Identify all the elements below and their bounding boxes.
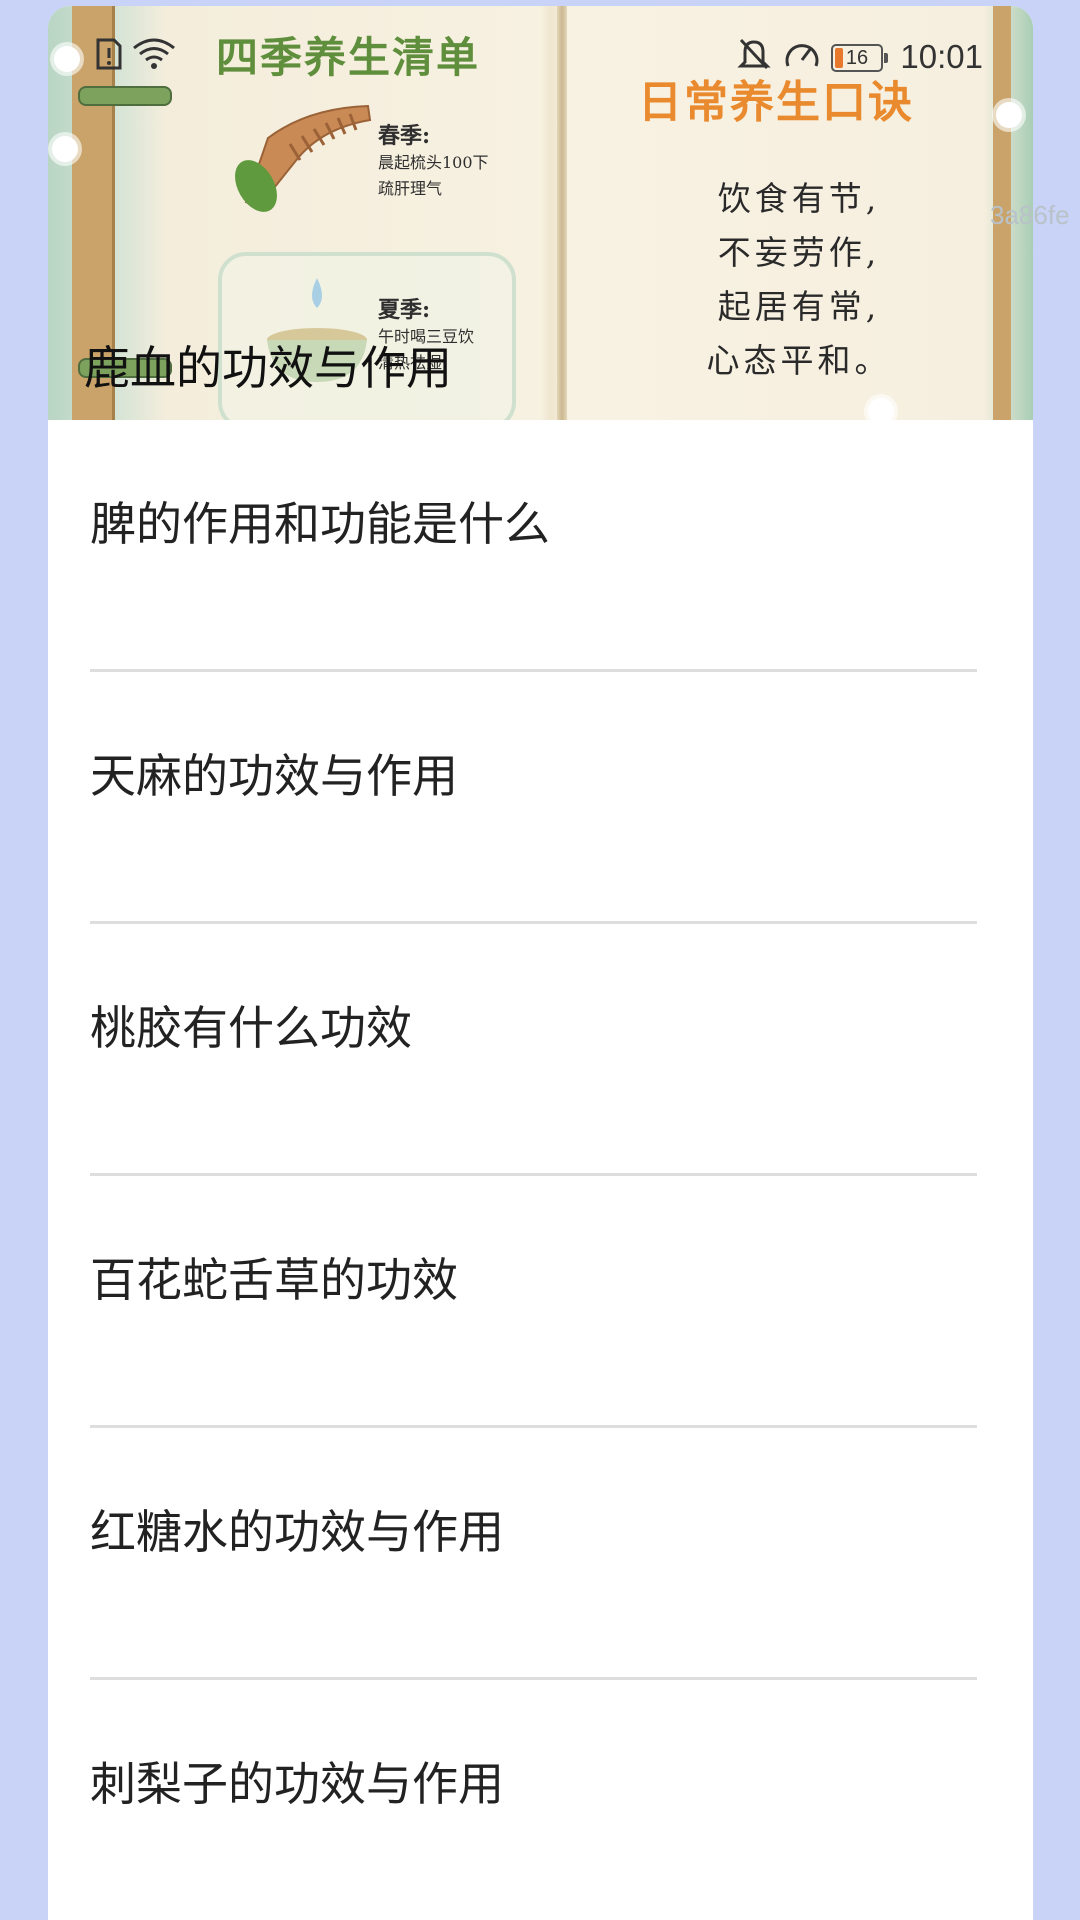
spring-title: 春季: <box>378 123 431 149</box>
list-item[interactable]: 脾的作用和功能是什么 <box>48 420 1033 672</box>
blossom-decoration <box>52 136 78 162</box>
battery-level <box>835 48 843 68</box>
list-item-title: 桃胶有什么功效 <box>90 1001 412 1055</box>
list-item-title: 天麻的功效与作用 <box>90 749 458 803</box>
binder-ring <box>78 86 172 106</box>
blossom-decoration <box>868 398 894 420</box>
list-item[interactable]: 桃胶有什么功效 <box>48 924 1033 1176</box>
wifi-icon <box>133 38 175 69</box>
content-card: 四季养生清单 日常养生口诀 春季: 晨起梳头100下 疏肝理气 夏季: 午时喝三… <box>48 6 1033 1920</box>
verse-block: 饮食有节, 不妄劳作, 起居有常, 心态平和。 <box>684 172 914 388</box>
spring-line: 疏肝理气 <box>378 179 443 198</box>
list-item[interactable]: 天麻的功效与作用 <box>48 672 1033 924</box>
bell-muted-icon <box>737 38 771 70</box>
battery-percent: 16 <box>845 47 869 69</box>
list-item-title: 红糖水的功效与作用 <box>90 1505 504 1559</box>
overlay-debug-text: 3a86fe <box>990 200 1070 230</box>
status-bar: 16 10:01 <box>48 32 1033 84</box>
summer-title: 夏季: <box>378 297 431 323</box>
verse-line: 心态平和。 <box>706 341 892 380</box>
battery-icon: 16 <box>831 44 888 72</box>
verse-line: 饮食有节, <box>717 179 881 218</box>
banner-image[interactable]: 四季养生清单 日常养生口诀 春季: 晨起梳头100下 疏肝理气 夏季: 午时喝三… <box>48 6 1033 420</box>
comb-illustration <box>235 104 372 212</box>
verse-line: 起居有常, <box>717 287 881 326</box>
list-item[interactable]: 百花蛇舌草的功效 <box>48 1176 1033 1428</box>
list-item[interactable]: 刺梨子的功效与作用 <box>48 1680 1033 1920</box>
list-item[interactable]: 红糖水的功效与作用 <box>48 1428 1033 1680</box>
spring-line: 晨起梳头100下 <box>378 153 489 172</box>
speed-icon <box>785 44 819 67</box>
list-item-title: 脾的作用和功能是什么 <box>90 497 550 551</box>
article-list: 脾的作用和功能是什么 天麻的功效与作用 桃胶有什么功效 百花蛇舌草的功效 红糖水… <box>48 420 1033 1920</box>
list-item-title: 刺梨子的功效与作用 <box>90 1757 504 1811</box>
alert-sim-icon <box>96 38 122 70</box>
spring-note: 春季: 晨起梳头100下 疏肝理气 <box>378 118 489 202</box>
list-item-title: 百花蛇舌草的功效 <box>90 1253 458 1307</box>
status-time: 10:01 <box>900 38 983 75</box>
blossom-decoration <box>996 102 1022 128</box>
banner-title[interactable]: 鹿血的功效与作用 <box>84 332 452 398</box>
verse-line: 不妄劳作, <box>717 233 881 272</box>
